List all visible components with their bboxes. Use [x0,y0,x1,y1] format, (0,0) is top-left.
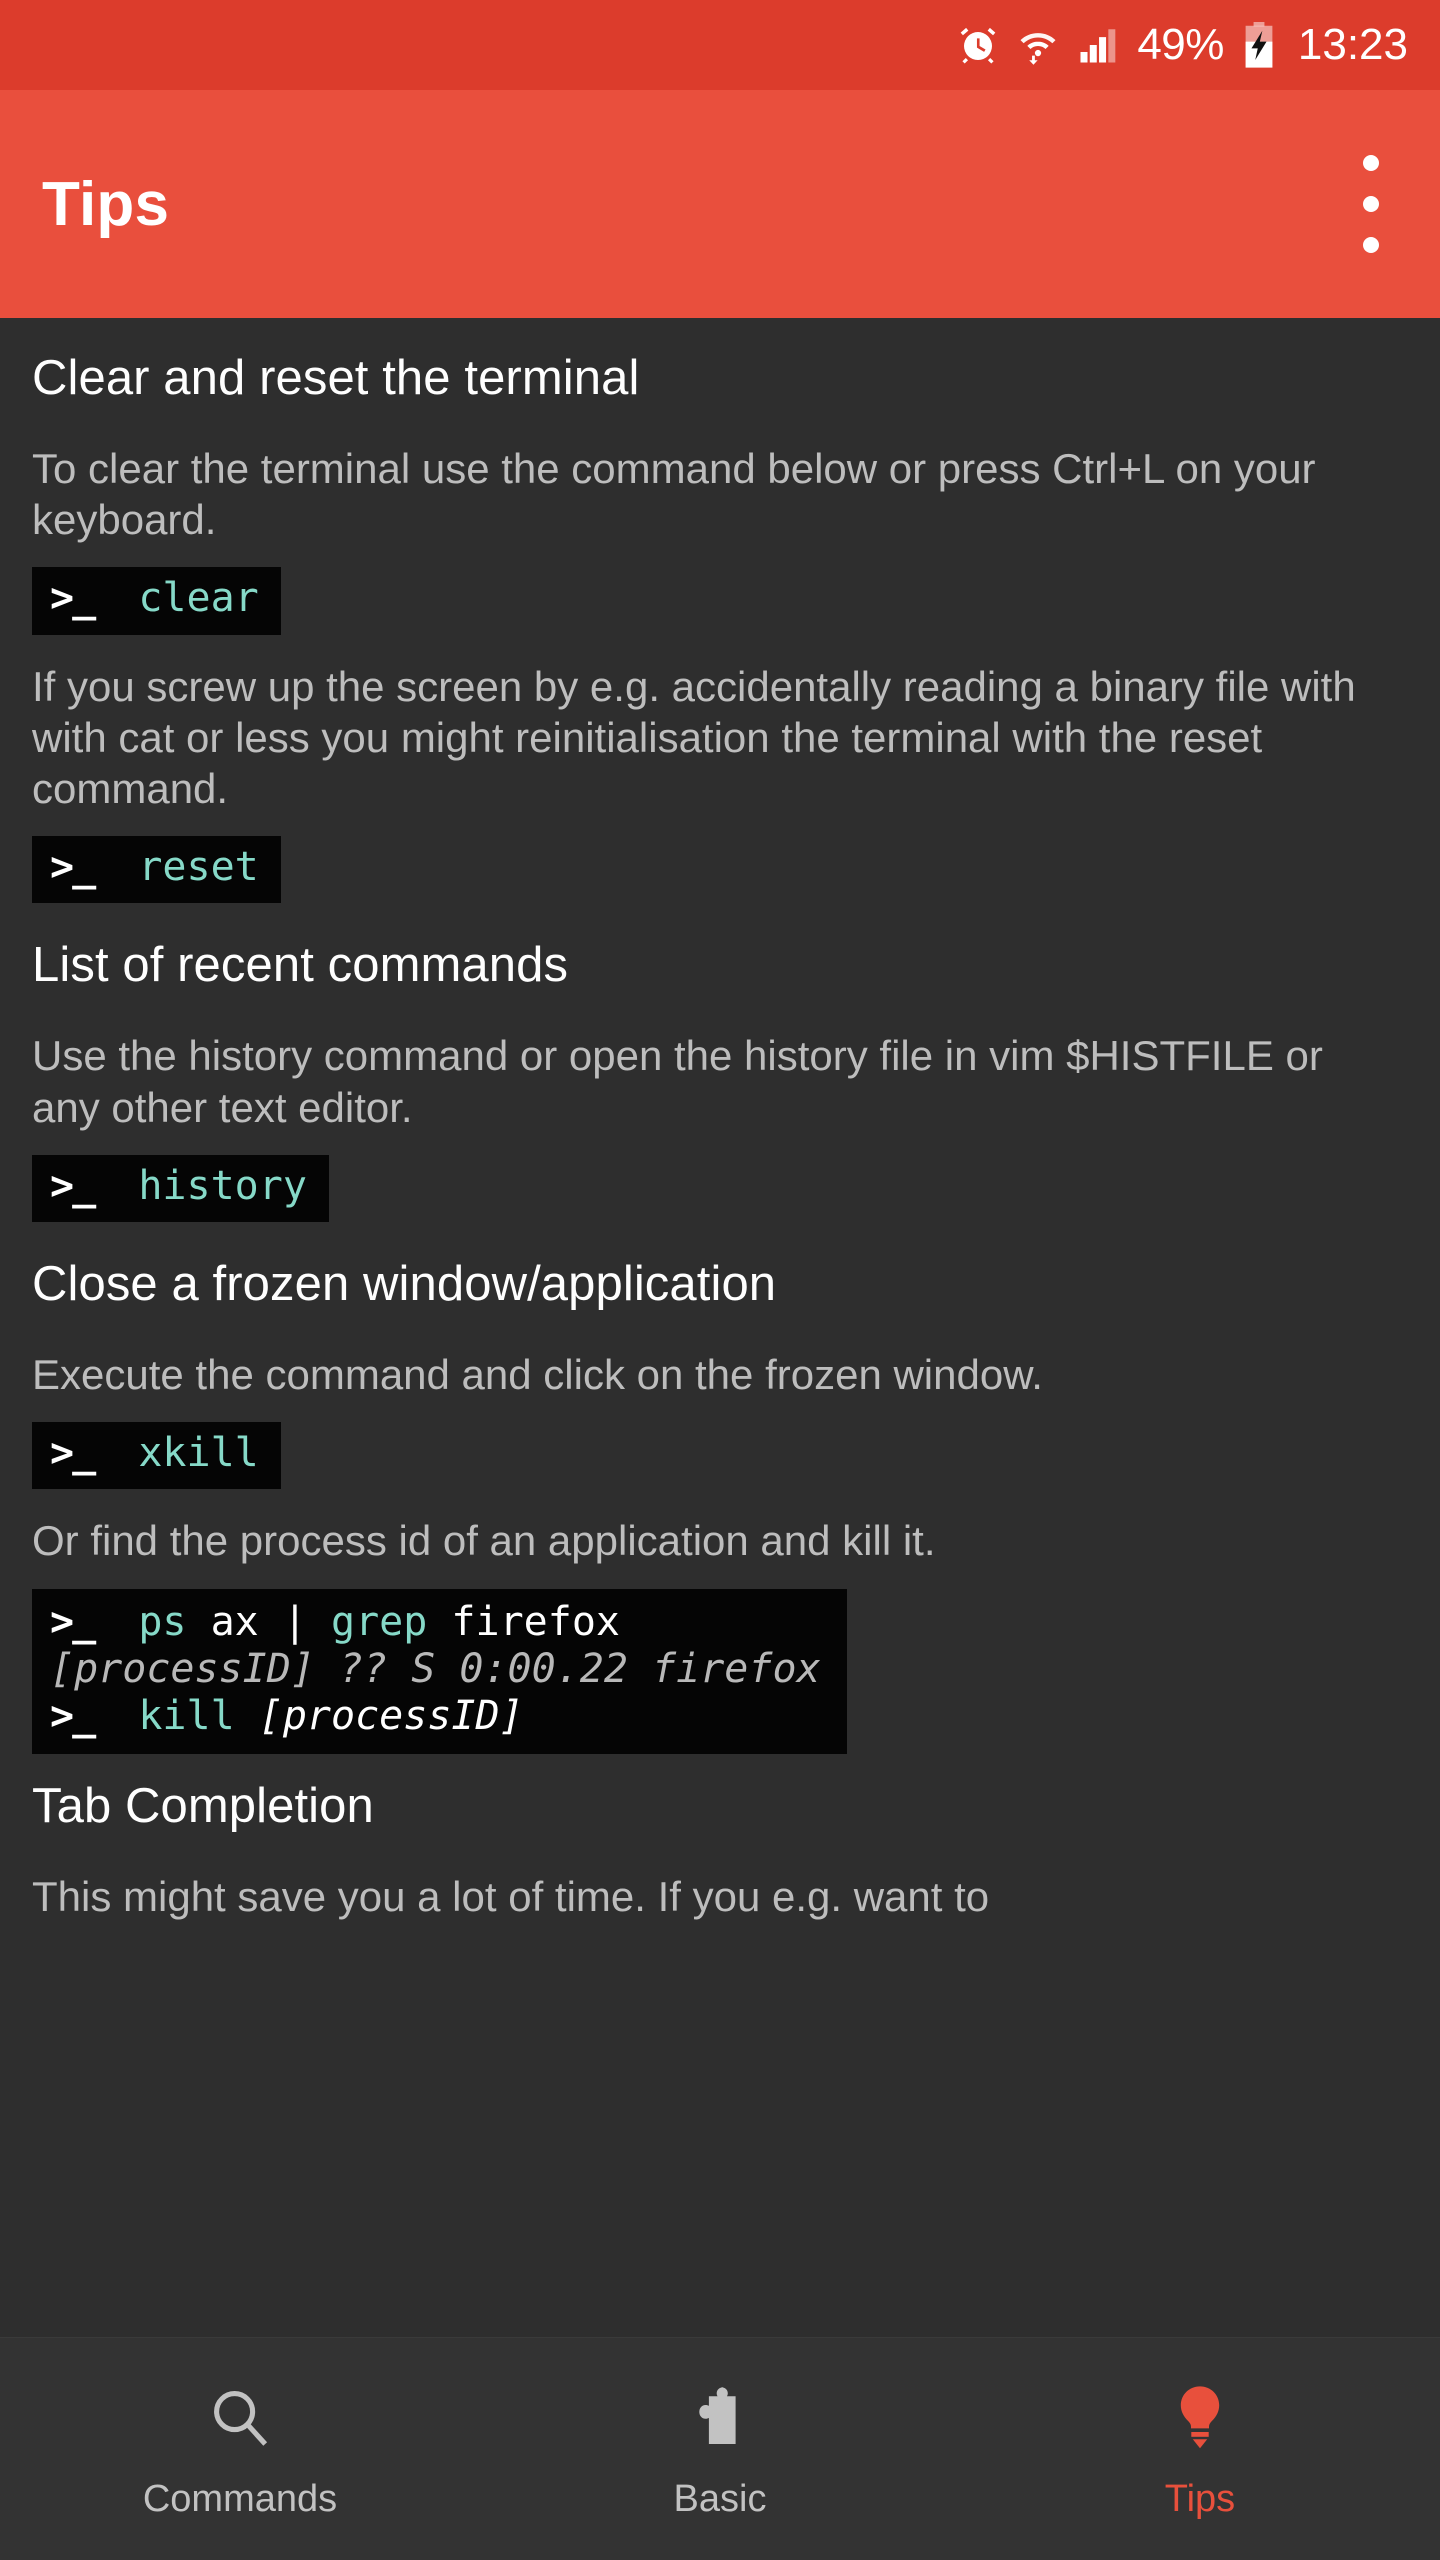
tip-section: List of recent commands Use the history c… [32,939,1408,1248]
overflow-menu-button[interactable] [1336,149,1406,259]
code-line: >_ reset [50,844,259,891]
terminal-prompt-icon: >_ [50,1430,139,1477]
terminal-prompt-icon: >_ [50,575,139,622]
section-heading: List of recent commands [32,938,569,993]
code-token-cmd: grep [331,1598,428,1645]
command-code-block[interactable]: >_ reset [32,836,281,904]
terminal-prompt-icon: >_ [50,1692,139,1739]
code-token-arg: [processID] [234,1692,524,1739]
puzzle-piece-icon [683,2380,757,2454]
tips-content-scroll[interactable]: Clear and reset the terminal To clear the… [0,318,1440,2337]
wifi-icon [1017,24,1059,66]
command-code-block[interactable]: >_ ps ax | grep firefox [processID] ?? S … [32,1588,847,1755]
code-token-cmd: ps [138,1598,187,1645]
tip-section: Clear and reset the terminal To clear the… [32,352,1408,929]
tip-paragraph: To clear the terminal use the command be… [32,444,1316,544]
clock-label: 13:23 [1297,20,1408,69]
signal-icon [1077,24,1119,66]
battery-percent-label: 49% [1137,20,1224,69]
code-token-cmd: history [138,1162,307,1209]
search-icon [203,2380,277,2454]
tip-section: Tab Completion This might save you a lot … [32,1780,1408,1922]
app-bar: Tips [0,90,1440,318]
terminal-prompt-icon: >_ [50,1162,139,1209]
code-line: >_ xkill [50,1430,259,1477]
code-token-out: [processID] ?? S 0:00.22 firefox [50,1645,821,1692]
tip-paragraph: If you screw up the screen by e.g. accid… [32,662,1356,813]
code-token-cmd: reset [138,844,259,891]
overflow-dot-icon [1363,155,1379,171]
command-code-block[interactable]: >_ history [32,1154,329,1223]
code-line: >_ history [50,1163,307,1210]
code-line: [processID] ?? S 0:00.22 firefox [50,1646,821,1693]
bottom-nav-item-basic[interactable]: Basic [480,2338,960,2560]
battery-charging-icon [1242,22,1276,68]
command-code-block[interactable]: >_ xkill [32,1422,281,1490]
tip-paragraph: Use the history command or open the hist… [32,1032,1323,1131]
section-heading: Clear and reset the terminal [32,351,640,405]
section-heading: Tab Completion [32,1779,374,1834]
bottom-navigation: Commands Basic Tips [0,2337,1440,2560]
status-bar: 49% 13:23 [0,0,1440,90]
bottom-nav-item-tips[interactable]: Tips [960,2338,1440,2560]
overflow-dot-icon [1363,237,1379,253]
code-line: >_ ps ax | grep firefox [50,1599,821,1646]
command-code-block[interactable]: >_ clear [32,567,281,635]
tip-paragraph: Execute the command and click on the fro… [32,1350,1043,1398]
code-token-cmd: xkill [138,1430,259,1477]
code-token-plain: ax | [186,1598,331,1645]
tip-section: Close a frozen window/application Execute… [32,1257,1408,1755]
terminal-prompt-icon: >_ [50,844,139,891]
bottom-nav-label: Commands [142,2478,338,2520]
overflow-dot-icon [1363,196,1379,212]
terminal-prompt-icon: >_ [50,1598,139,1645]
code-token-cmd: kill [138,1692,235,1739]
bottom-nav-item-commands[interactable]: Commands [0,2338,480,2560]
bottom-nav-label: Tips [1164,2478,1236,2520]
code-token-cmd: clear [138,575,259,622]
alarm-icon [957,24,999,66]
code-token-plain: firefox [427,1598,620,1645]
lightbulb-icon [1163,2380,1237,2454]
tip-paragraph: This might save you a lot of time. If yo… [32,1873,990,1921]
page-title: Tips [42,169,170,239]
bottom-nav-label: Basic [673,2478,767,2520]
section-heading: Close a frozen window/application [32,1257,777,1312]
code-line: >_ clear [50,575,259,622]
tip-paragraph: Or find the process id of an application… [32,1517,936,1565]
code-line: >_ kill [processID] [50,1693,821,1740]
app-root: 49% 13:23 Tips Clear and reset the termi… [0,0,1440,2560]
